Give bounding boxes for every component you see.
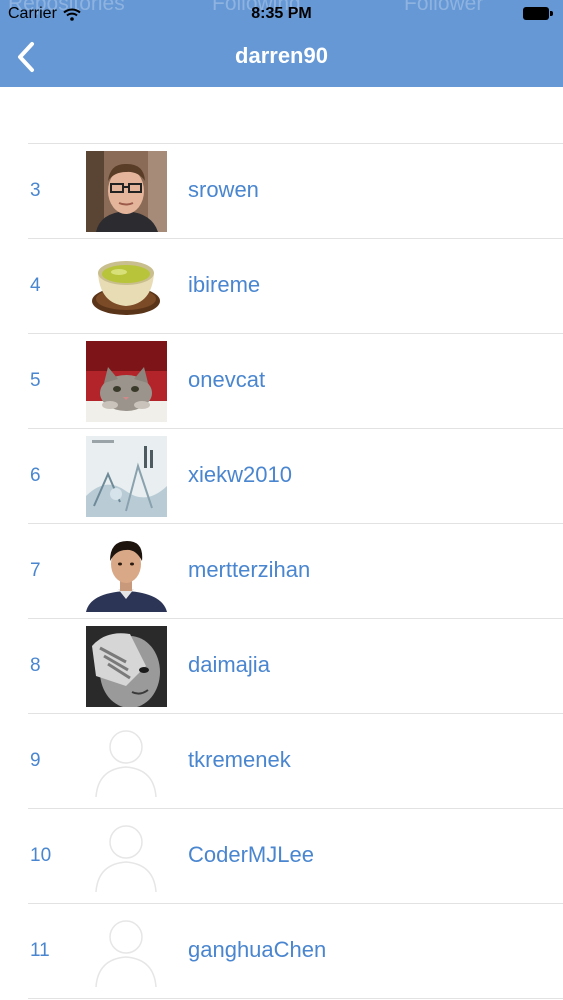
user-avatar-placeholder-person-icon (86, 911, 167, 992)
user-rank: 7 (30, 560, 41, 581)
user-row[interactable]: 4 ibireme (28, 239, 563, 334)
user-rank: 8 (30, 655, 41, 676)
user-avatar-face-hand-bw (86, 626, 167, 707)
user-avatar-placeholder-person-icon (86, 721, 167, 802)
user-row[interactable]: 10 CoderMJLee (28, 809, 563, 904)
page-title: darren90 (235, 43, 328, 68)
user-row[interactable]: 11 ganghuaChen (28, 904, 563, 999)
user-login-link[interactable]: tkremenek (188, 747, 291, 773)
user-login-link[interactable]: xiekw2010 (188, 462, 292, 488)
user-login-link[interactable]: ganghuaChen (188, 937, 326, 963)
list-header-spacer (28, 87, 563, 144)
user-row[interactable]: 6 xiekw2010 (28, 429, 563, 524)
user-login-link[interactable]: daimajia (188, 652, 270, 678)
user-avatar-cat (86, 341, 167, 422)
user-rank: 10 (30, 845, 52, 866)
user-rank: 3 (30, 180, 41, 201)
status-time: 8:35 PM (251, 5, 312, 22)
user-login-link[interactable]: onevcat (188, 367, 265, 393)
user-rank: 9 (30, 750, 41, 771)
user-avatar-album-cover (86, 436, 167, 517)
user-avatar-portrait (86, 531, 167, 612)
user-list[interactable]: 3 srowen 4 ibireme 5 onevcat 6 xiekw2010… (0, 87, 563, 999)
navigation-bar: Repositories Following Follower Carrier … (0, 0, 563, 87)
user-login-link[interactable]: mertterzihan (188, 557, 310, 583)
user-row[interactable]: 7 mertterzihan (28, 524, 563, 619)
user-row[interactable]: 5 onevcat (28, 334, 563, 429)
user-rank: 4 (30, 275, 41, 296)
user-avatar-tea-cup (86, 246, 167, 327)
user-rank: 11 (30, 940, 50, 961)
user-row[interactable]: 9 tkremenek (28, 714, 563, 809)
user-row[interactable]: 8 daimajia (28, 619, 563, 714)
user-rank: 5 (30, 370, 41, 391)
battery-icon (523, 7, 553, 20)
user-login-link[interactable]: srowen (188, 177, 259, 203)
user-row[interactable]: 3 srowen (28, 144, 563, 239)
user-rank: 6 (30, 465, 41, 486)
user-login-link[interactable]: CoderMJLee (188, 842, 314, 868)
user-avatar-portrait-glasses (86, 151, 167, 232)
user-avatar-placeholder-person-icon (86, 816, 167, 897)
user-login-link[interactable]: ibireme (188, 272, 260, 298)
